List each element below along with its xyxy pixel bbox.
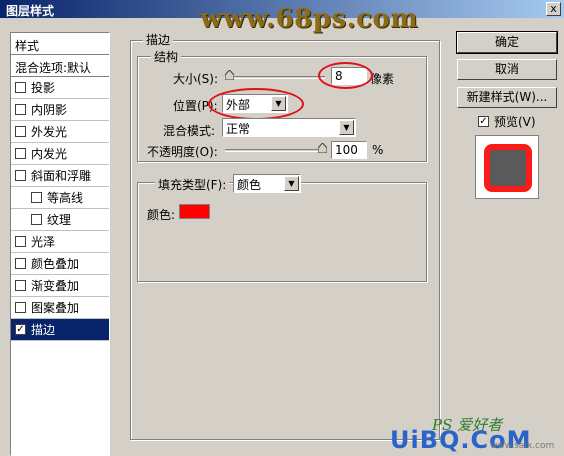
slider-thumb-icon [318, 143, 327, 153]
fill-type-label: 填充类型(F): [155, 176, 230, 193]
style-item[interactable]: 斜面和浮雕 [11, 165, 109, 187]
stroke-color-swatch[interactable] [179, 204, 210, 219]
chevron-down-icon[interactable]: ▼ [284, 176, 299, 191]
style-item[interactable]: ✓ 描边 [11, 319, 109, 341]
preview-checkbox-label: 预览(V) [494, 115, 536, 129]
opacity-slider-track[interactable] [225, 149, 327, 152]
style-item-label: 内阴影 [31, 103, 68, 117]
style-item-label: 内发光 [31, 147, 68, 161]
style-item[interactable]: 光泽 [11, 231, 109, 253]
size-label: 大小(S): [173, 72, 219, 86]
fill-type-group [137, 182, 427, 282]
style-item-label: 渐变叠加 [31, 279, 80, 293]
watermark-top: www.68ps.com [200, 4, 419, 34]
color-label: 颜色: [147, 208, 176, 222]
style-item-label: 光泽 [31, 235, 56, 249]
opacity-input[interactable]: 100 [331, 141, 367, 159]
opacity-unit: % [372, 143, 384, 157]
style-item[interactable]: 渐变叠加 [11, 275, 109, 297]
window-title: 图层样式 [6, 4, 55, 18]
preview-checkbox-box[interactable]: ✓ [478, 116, 489, 127]
style-item-label: 颜色叠加 [31, 257, 80, 271]
style-list-header[interactable]: 样式 [11, 33, 109, 55]
opacity-slider-thumb[interactable] [318, 143, 327, 153]
style-item-label: 外发光 [31, 125, 68, 139]
blend-options-item[interactable]: 混合选项:默认 [11, 55, 109, 77]
blend-mode-select-value: 正常 [226, 122, 251, 136]
style-item-label: 图案叠加 [31, 301, 80, 315]
style-item-checkbox[interactable] [15, 258, 26, 269]
structure-group-title: 结构 [151, 48, 182, 65]
size-slider-thumb[interactable] [225, 70, 234, 80]
style-list: 样式 混合选项:默认 投影内阴影外发光内发光斜面和浮雕等高线纹理光泽颜色叠加渐变… [10, 32, 110, 456]
fill-type-select[interactable]: 颜色 ▼ [233, 174, 301, 193]
new-style-button[interactable]: 新建样式(W)... [457, 87, 557, 108]
close-button[interactable]: x [546, 2, 561, 16]
style-item[interactable]: 颜色叠加 [11, 253, 109, 275]
position-highlight-circle [208, 88, 304, 120]
stroke-group-title: 描边 [143, 31, 174, 48]
ok-button[interactable]: 确定 [456, 31, 558, 54]
style-item-label: 投影 [31, 81, 56, 95]
blend-mode-label: 混合模式: [163, 124, 216, 138]
style-item-checkbox[interactable] [15, 170, 26, 181]
chevron-down-icon[interactable]: ▼ [339, 120, 354, 135]
style-item[interactable]: 等高线 [11, 187, 109, 209]
preview-checkbox[interactable]: ✓ 预览(V) [478, 113, 536, 130]
blend-mode-select[interactable]: 正常 ▼ [222, 118, 356, 137]
size-slider-track[interactable] [225, 76, 325, 79]
style-preview-thumbnail [484, 144, 532, 192]
style-item-label: 纹理 [47, 213, 72, 227]
style-item-checkbox[interactable] [15, 302, 26, 313]
style-item-label: 等高线 [47, 191, 84, 205]
style-item-checkbox[interactable] [15, 148, 26, 159]
watermark-small: www.saix.com [490, 441, 555, 451]
style-item-checkbox[interactable] [15, 280, 26, 291]
style-preview [475, 135, 539, 199]
slider-thumb-icon [225, 70, 234, 80]
watermark-bottom: PS 爱好者 UiBQ.CoM www.saix.com [390, 414, 560, 454]
style-item-checkbox[interactable] [15, 126, 26, 137]
size-highlight-circle [318, 62, 373, 89]
style-item[interactable]: 纹理 [11, 209, 109, 231]
style-item-checkbox[interactable] [15, 236, 26, 247]
style-item-checkbox[interactable] [31, 214, 42, 225]
style-item-checkbox[interactable] [15, 104, 26, 115]
style-item-checkbox[interactable] [15, 82, 26, 93]
style-item[interactable]: 投影 [11, 77, 109, 99]
style-item[interactable]: 外发光 [11, 121, 109, 143]
size-unit: 像素 [370, 72, 395, 86]
style-item-checkbox[interactable] [31, 192, 42, 203]
style-item[interactable]: 图案叠加 [11, 297, 109, 319]
style-item-label: 描边 [31, 323, 56, 337]
style-item[interactable]: 内发光 [11, 143, 109, 165]
style-item[interactable]: 内阴影 [11, 99, 109, 121]
style-item-label: 斜面和浮雕 [31, 169, 92, 183]
opacity-label: 不透明度(O): [147, 145, 218, 159]
fill-type-select-value: 颜色 [237, 178, 262, 192]
style-item-checkbox[interactable]: ✓ [15, 324, 26, 335]
cancel-button[interactable]: 取消 [457, 59, 557, 80]
